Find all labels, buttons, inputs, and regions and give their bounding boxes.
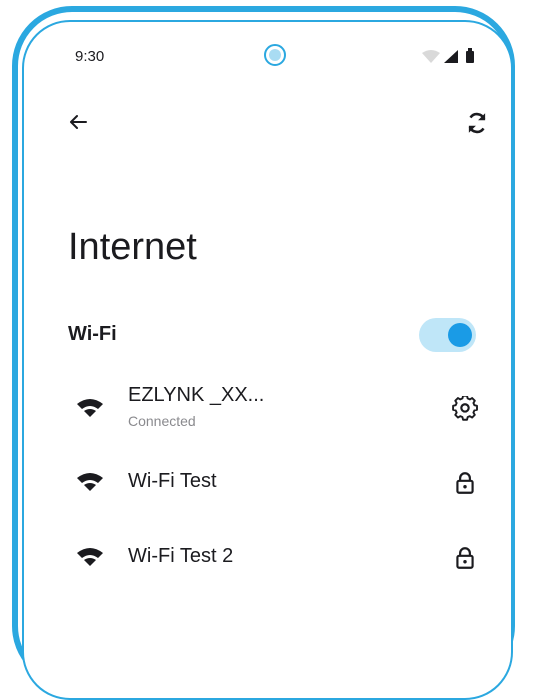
- refresh-button[interactable]: [464, 110, 490, 136]
- network-name: EZLYNK _XX...: [128, 384, 265, 406]
- wifi-icon: [77, 473, 103, 491]
- lock-icon: [456, 472, 474, 494]
- camera-cutout: [264, 44, 286, 66]
- network-lock-button: [452, 470, 478, 496]
- gear-icon: [452, 394, 478, 421]
- network-row[interactable]: [60, 378, 500, 438]
- signal-icon: [444, 50, 458, 63]
- lock-icon: [456, 547, 474, 569]
- wifi-icon: [77, 399, 103, 417]
- status-time: 9:30: [75, 48, 105, 65]
- status-icons: [420, 48, 480, 71]
- wifi-status-icon: [422, 50, 440, 63]
- back-button[interactable]: [66, 110, 90, 134]
- page-title: Internet: [68, 226, 197, 268]
- wifi-icon: [77, 548, 103, 566]
- network-name: Wi-Fi Test: [128, 470, 217, 492]
- wifi-label: Wi-Fi: [68, 323, 117, 345]
- network-lock-button: [452, 545, 478, 571]
- network-row[interactable]: [60, 526, 500, 586]
- wifi-toggle[interactable]: [419, 318, 476, 352]
- network-settings-button[interactable]: [452, 394, 478, 422]
- network-status: Connected: [128, 413, 196, 429]
- wifi-toggle-knob: [448, 323, 472, 347]
- arrow-left-icon: [70, 115, 87, 129]
- network-row[interactable]: [60, 452, 500, 512]
- phone-screen: [22, 20, 513, 700]
- network-name: Wi-Fi Test 2: [128, 545, 234, 567]
- refresh-icon: [468, 112, 486, 134]
- battery-icon: [466, 51, 474, 63]
